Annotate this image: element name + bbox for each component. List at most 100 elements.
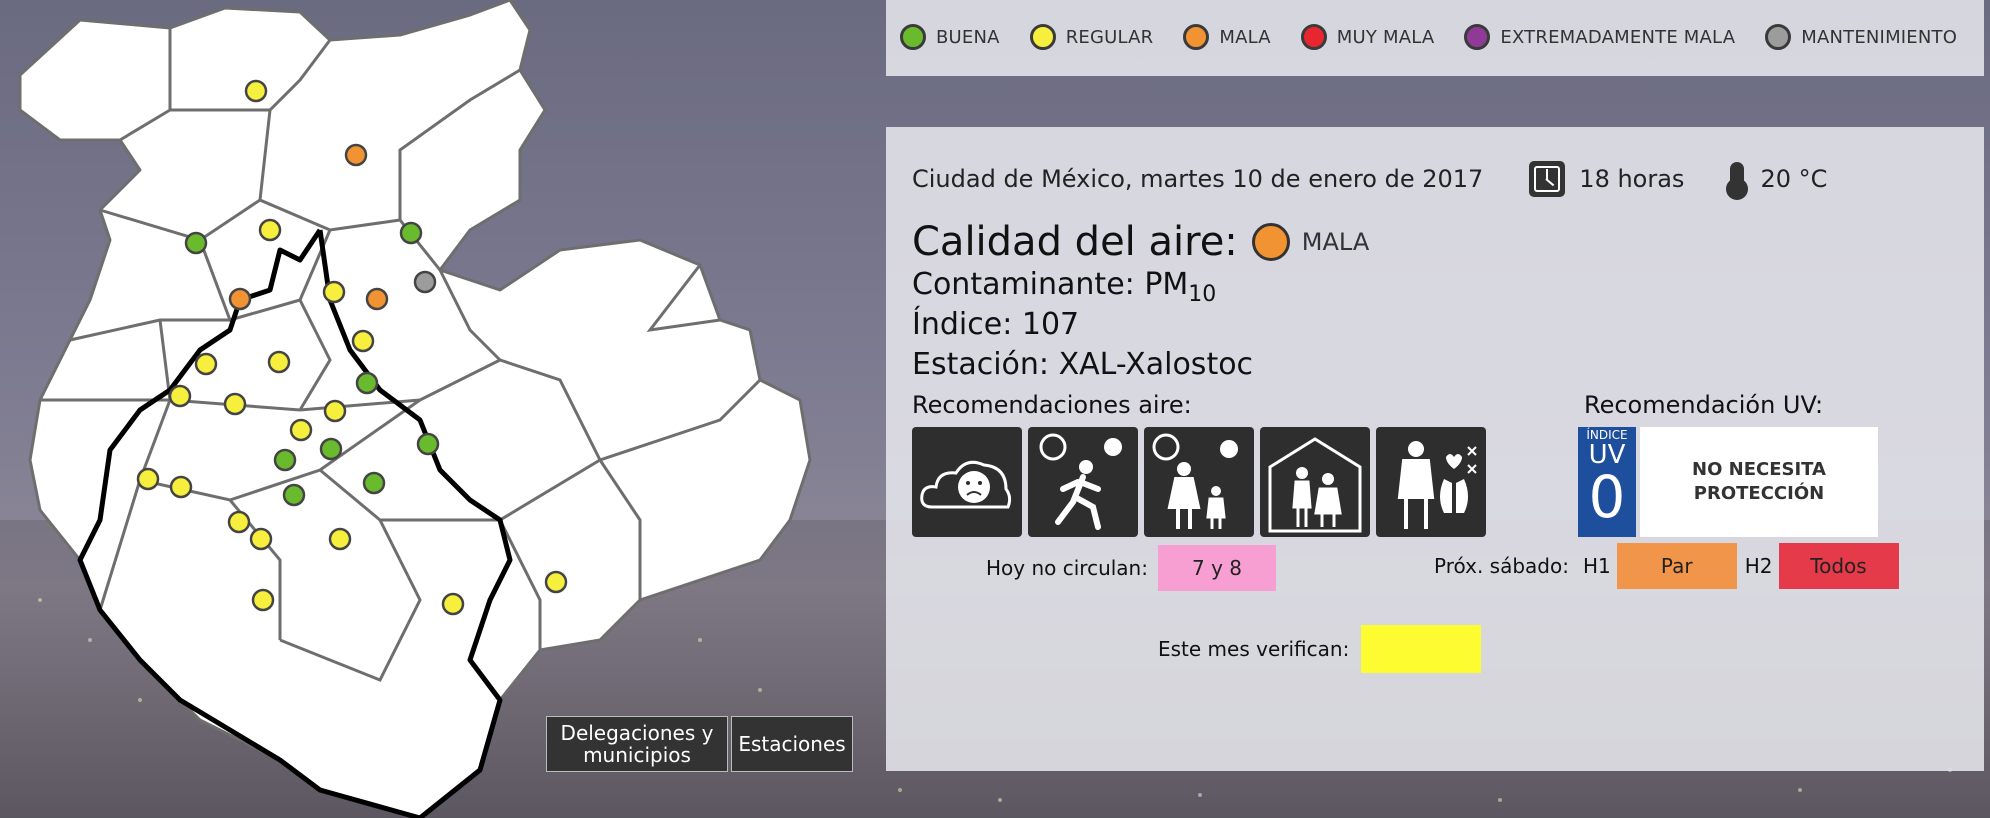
- legend-label: REGULAR: [1065, 26, 1154, 48]
- station-marker[interactable]: [416, 432, 440, 456]
- cloud-sad-icon: [912, 427, 1022, 537]
- station-marker[interactable]: [228, 287, 252, 311]
- delegaciones-map[interactable]: [0, 0, 880, 818]
- legend-label: MALA: [1219, 26, 1271, 48]
- station-marker[interactable]: [136, 467, 160, 491]
- delegaciones-button[interactable]: Delegaciones y municipios: [546, 716, 728, 772]
- prox-sabado-label: Próx. sábado:: [1434, 554, 1569, 578]
- station-marker[interactable]: [319, 437, 343, 461]
- station-marker[interactable]: [267, 350, 291, 374]
- pollutant-sub: 10: [1188, 282, 1217, 307]
- station-marker[interactable]: [169, 475, 193, 499]
- legend-dot: [900, 24, 926, 50]
- h1-label: H1: [1582, 554, 1611, 578]
- station-marker[interactable]: [322, 280, 346, 304]
- station-marker[interactable]: [194, 352, 218, 376]
- station-marker[interactable]: [227, 510, 251, 534]
- lungs-heart-icon: [1376, 427, 1486, 537]
- station-marker[interactable]: [399, 221, 423, 245]
- legend-label: BUENA: [936, 26, 1000, 48]
- location-date: Ciudad de México, martes 10 de enero de …: [912, 165, 1484, 193]
- quality-title: Calidad del aire:: [912, 219, 1238, 265]
- pollutant-label: Contaminante:: [912, 267, 1135, 302]
- uv-message-line2: PROTECCIÓN: [1693, 483, 1825, 504]
- verifican-color-swatch: [1361, 625, 1482, 673]
- station-value: XAL-Xalostoc: [1058, 347, 1254, 382]
- station-marker[interactable]: [249, 527, 273, 551]
- legend-label: MUY MALA: [1336, 26, 1435, 48]
- index-value: 107: [1021, 307, 1080, 342]
- thermometer-icon: [1726, 162, 1749, 200]
- quality-dot: [1251, 223, 1290, 261]
- station-marker[interactable]: [323, 399, 347, 423]
- mother-child-sun-icon: [1144, 427, 1254, 537]
- uv-recommendation: ÍNDICE UV 0 NO NECESITA PROTECCIÓN: [1578, 427, 1878, 537]
- uv-index-badge: ÍNDICE UV 0: [1578, 427, 1636, 537]
- station-line: Estación: XAL-Xalostoc: [912, 347, 1253, 382]
- verifican-row: Este mes verifican:: [1158, 625, 1482, 673]
- station-marker[interactable]: [344, 143, 368, 167]
- station-marker[interactable]: [441, 592, 465, 616]
- h2-label: H2: [1744, 554, 1773, 578]
- recs-air-title: Recomendaciones aire:: [912, 391, 1192, 419]
- legend-panel: BUENA REGULAR MALA MUY MALA EXTREMADAMENTE M…: [886, 0, 1984, 76]
- legend: BUENA REGULAR MALA MUY MALA EXTREMADAMENTE M…: [886, 0, 1984, 74]
- running-sun-icon: [1028, 427, 1138, 537]
- station-marker[interactable]: [328, 527, 352, 551]
- legend-item-muy-mala: MUY MALA: [1300, 24, 1435, 50]
- air-quality: Calidad del aire: MALA: [912, 219, 1369, 265]
- clock-icon: [1529, 161, 1566, 197]
- index-label: Índice:: [912, 307, 1013, 342]
- h2-value: Todos: [1778, 543, 1899, 589]
- station-marker[interactable]: [184, 231, 208, 255]
- station-marker[interactable]: [289, 418, 313, 442]
- legend-dot: [1464, 24, 1491, 50]
- station-marker[interactable]: [365, 287, 389, 311]
- station-marker[interactable]: [362, 471, 386, 495]
- air-recommendation-icons: [912, 427, 1486, 537]
- legend-label: MANTENIMIENTO: [1801, 26, 1958, 48]
- station-marker[interactable]: [244, 79, 268, 103]
- uv-message-line1: NO NECESITA: [1692, 459, 1826, 480]
- legend-dot: [1183, 24, 1210, 50]
- station-marker[interactable]: [351, 329, 375, 353]
- hoy-no-circulan-label: Hoy no circulan:: [986, 556, 1148, 580]
- station-label: Estación:: [912, 347, 1050, 382]
- recs-uv-title: Recomendación UV:: [1584, 391, 1824, 419]
- station-marker[interactable]: [168, 384, 192, 408]
- legend-label: EXTREMADAMENTE MALA: [1500, 26, 1736, 48]
- prox-sabado-row: Próx. sábado: H1 Par H2 Todos: [1434, 543, 1899, 589]
- legend-dot: [1765, 24, 1792, 50]
- station-marker[interactable]: [544, 570, 568, 594]
- temperature-text: 20 °C: [1760, 165, 1828, 193]
- station-marker[interactable]: [355, 371, 379, 395]
- legend-item-mala: MALA: [1183, 24, 1271, 50]
- pollutant-value: PM: [1144, 267, 1189, 302]
- quality-label: MALA: [1301, 228, 1370, 256]
- uv-value: 0: [1588, 463, 1626, 531]
- index-line: Índice: 107: [912, 307, 1079, 342]
- estaciones-button[interactable]: Estaciones: [731, 716, 853, 772]
- uv-message: NO NECESITA PROTECCIÓN: [1640, 427, 1878, 537]
- legend-dot: [1029, 24, 1056, 50]
- pollutant-line: Contaminante: PM10: [912, 267, 1216, 307]
- h1-value: Par: [1616, 543, 1737, 589]
- station-marker[interactable]: [223, 392, 247, 416]
- legend-item-mantenimiento: MANTENIMIENTO: [1765, 24, 1957, 50]
- air-quality-panel: Ciudad de México, martes 10 de enero de …: [886, 127, 1984, 771]
- legend-dot: [1300, 24, 1327, 50]
- legend-item-buena: BUENA: [900, 24, 1000, 50]
- hour-text: 18 horas: [1579, 165, 1685, 193]
- hoy-no-circulan-row: Hoy no circulan: 7 y 8: [986, 545, 1276, 591]
- legend-item-regular: REGULAR: [1029, 24, 1154, 50]
- station-marker[interactable]: [273, 448, 297, 472]
- verifican-label: Este mes verifican:: [1158, 637, 1350, 661]
- header-line: Ciudad de México, martes 10 de enero de …: [912, 161, 1828, 200]
- station-marker[interactable]: [413, 270, 437, 294]
- legend-item-extremadamente-mala: EXTREMADAMENTE MALA: [1464, 24, 1735, 50]
- station-marker[interactable]: [282, 483, 306, 507]
- station-marker[interactable]: [258, 218, 282, 242]
- hoy-no-circulan-value: 7 y 8: [1157, 545, 1276, 591]
- station-marker[interactable]: [251, 588, 275, 612]
- elderly-shelter-icon: [1260, 427, 1370, 537]
